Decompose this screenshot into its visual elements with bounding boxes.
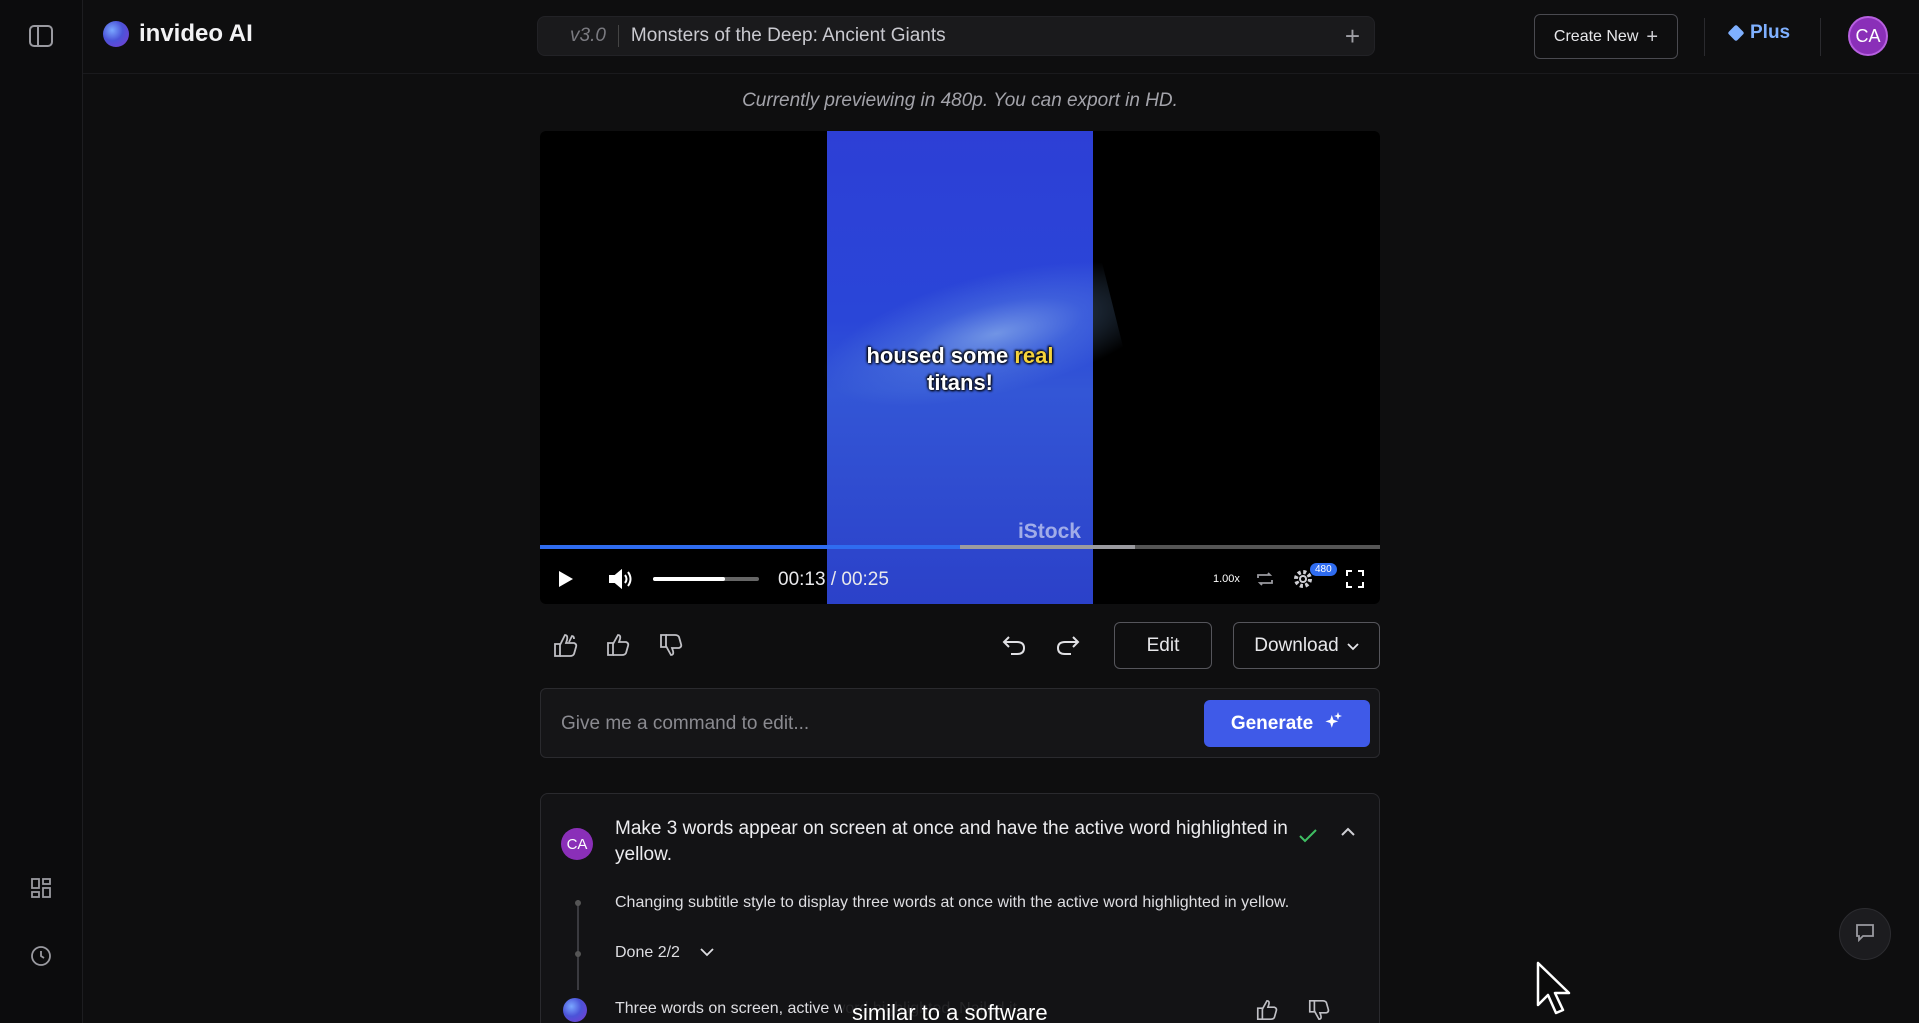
video-frame[interactable]: housed some real titans! iStock	[806, 131, 1128, 604]
plus-plan-button[interactable]: Plus	[1727, 22, 1791, 44]
command-input[interactable]	[561, 709, 1181, 739]
reply-thumbs-up-icon[interactable]	[1252, 996, 1282, 1023]
chat-support-button[interactable]	[1839, 908, 1891, 960]
assistant-avatar-icon	[563, 998, 587, 1022]
brand-name: invideo AI	[139, 20, 253, 47]
download-label: Download	[1254, 634, 1339, 656]
redo-icon[interactable]	[1051, 630, 1085, 660]
current-time: 00:13	[778, 569, 826, 590]
video-light-streak	[806, 246, 1128, 436]
edit-history-card: CA Make 3 words appear on screen at once…	[540, 793, 1380, 1023]
generate-button[interactable]: Generate	[1204, 700, 1370, 747]
diamond-icon	[1727, 24, 1745, 42]
history-prompt: Make 3 words appear on screen at once an…	[615, 818, 1288, 865]
player-controls: 00:13 / 00:25 1.00x 480	[540, 561, 1380, 597]
fullscreen-icon[interactable]	[1343, 568, 1367, 590]
top-bar: invideo AI v3.0 Monsters of the Deep: An…	[83, 0, 1919, 74]
command-box: Generate	[540, 688, 1380, 758]
plus-icon: +	[1646, 25, 1659, 48]
timeline-dot	[575, 900, 581, 906]
video-caption: housed some real titans!	[827, 342, 1093, 396]
mouse-cursor-icon	[1535, 961, 1575, 1023]
add-icon[interactable]: +	[1345, 23, 1360, 49]
history-icon[interactable]	[26, 941, 56, 971]
timeline-dot	[575, 951, 581, 957]
undo-icon[interactable]	[997, 630, 1031, 660]
brand[interactable]: invideo AI	[103, 20, 253, 48]
video-player[interactable]: housed some real titans! iStock 00:13 / …	[540, 131, 1380, 604]
create-new-label: Create New	[1553, 27, 1639, 45]
project-title[interactable]: Monsters of the Deep: Ancient Giants	[631, 25, 1345, 47]
chevron-down-icon	[700, 944, 714, 962]
caption-text: housed some	[866, 343, 1015, 368]
download-button[interactable]: Download	[1233, 622, 1380, 669]
resolution-badge: 480	[1310, 563, 1337, 576]
play-icon[interactable]	[554, 567, 578, 591]
header-divider	[1704, 18, 1705, 56]
preview-quality-note: Currently previewing in 480p. You can ex…	[742, 90, 1178, 111]
chevron-up-icon[interactable]	[1341, 824, 1355, 842]
check-icon	[1299, 826, 1317, 849]
thumbs-up-icon[interactable]	[601, 630, 635, 660]
header-divider	[1820, 18, 1821, 56]
seek-progress	[540, 545, 960, 549]
sparkle-icon	[1323, 711, 1343, 737]
volume-slider[interactable]	[653, 577, 759, 581]
left-sidebar	[0, 0, 83, 1023]
title-divider	[617, 25, 619, 47]
history-timeline	[577, 900, 579, 990]
plan-label: Plus	[1750, 22, 1791, 43]
time-display: 00:13 / 00:25	[778, 569, 889, 591]
history-step: Changing subtitle style to display three…	[615, 894, 1290, 911]
istock-watermark: iStock	[1017, 520, 1081, 543]
version-label: v3.0	[570, 25, 606, 46]
done-label: Done 2/2	[615, 944, 680, 961]
time-separator: /	[830, 569, 837, 590]
brand-logo-icon	[103, 21, 129, 47]
love-it-icon[interactable]	[550, 630, 584, 660]
thumbs-down-icon[interactable]	[654, 630, 688, 660]
volume-level	[653, 577, 726, 581]
done-steps-toggle[interactable]: Done 2/2	[615, 944, 714, 962]
sidebar-toggle-icon[interactable]	[26, 21, 56, 51]
volume-icon[interactable]	[607, 567, 635, 591]
generate-label: Generate	[1230, 712, 1314, 734]
reply-thumbs-down-icon[interactable]	[1304, 996, 1334, 1023]
video-actions: Edit Download	[540, 620, 1380, 670]
user-avatar[interactable]: CA	[1848, 16, 1888, 56]
loop-icon[interactable]	[1253, 568, 1277, 590]
seek-bar[interactable]	[540, 545, 1380, 549]
caption-line-2: titans!	[927, 370, 993, 395]
chat-bubble-icon	[1854, 922, 1876, 947]
caption-highlighted-word: real	[1014, 343, 1054, 368]
dashboard-icon[interactable]	[26, 873, 56, 903]
create-new-button[interactable]: Create New +	[1534, 14, 1678, 59]
project-title-bar[interactable]: v3.0 Monsters of the Deep: Ancient Giant…	[537, 16, 1375, 56]
overlay-subtitle: similar to a software	[842, 996, 1058, 1023]
duration: 00:25	[841, 569, 889, 590]
playback-speed[interactable]: 1.00x	[1213, 573, 1240, 585]
chevron-down-icon	[1347, 635, 1359, 657]
edit-button[interactable]: Edit	[1114, 622, 1212, 669]
history-user-avatar: CA	[561, 828, 593, 860]
